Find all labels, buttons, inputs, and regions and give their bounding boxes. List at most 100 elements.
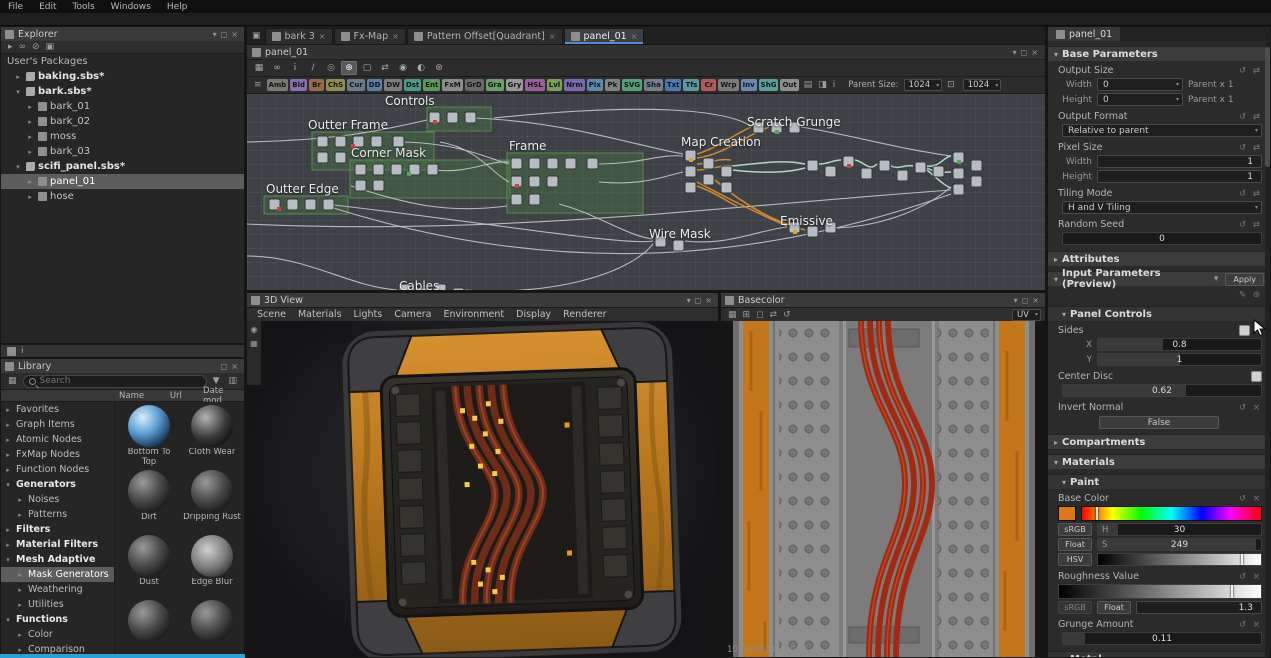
parent-size-height-combo[interactable]: 1024	[963, 79, 1002, 91]
tree-item-bark-03[interactable]: ▸bark_03	[1, 144, 244, 159]
graph-group-wire-mask[interactable]: Wire Mask	[649, 227, 711, 241]
menu-help[interactable]: Help	[159, 2, 196, 12]
graph-canvas[interactable]: ControlsOutter FrameCorner MaskFrameScra…	[247, 94, 1045, 290]
section-base-parameters[interactable]: ▾Base Parameters	[1048, 46, 1270, 61]
close-tab-icon[interactable]: ×	[631, 32, 638, 41]
graph-tab-fx-map[interactable]: Fx-Map×	[334, 28, 406, 44]
hue-slider[interactable]: H30	[1097, 523, 1262, 536]
param-row-icons[interactable]: ↺ ⇄	[1239, 112, 1262, 122]
divider-icon[interactable]: /	[305, 61, 321, 75]
play-icon[interactable]: ▸	[5, 42, 16, 52]
panel-menu-icon[interactable]: ▾	[211, 30, 219, 39]
pan-icon[interactable]: ⊕	[341, 61, 357, 75]
filter-chip-lvl[interactable]: Lvl	[547, 79, 562, 91]
filter-chip-txt[interactable]: Txt	[665, 79, 682, 91]
library-cat-patterns[interactable]: ▸Patterns	[1, 507, 114, 522]
sides-y-slider[interactable]: 1	[1097, 353, 1262, 366]
section-panel-controls[interactable]: ▾Panel Controls	[1048, 306, 1270, 321]
filter-chip-br[interactable]: Br	[309, 79, 324, 91]
channel-icon[interactable]: ⇄	[767, 310, 781, 320]
tree-item-scifi-panel-sbs[interactable]: ▾scifi_panel.sbs*	[1, 159, 244, 174]
menu-edit[interactable]: Edit	[31, 2, 64, 12]
library-cat-filters[interactable]: ▸Filters	[1, 522, 114, 537]
section-paint[interactable]: ▾Paint	[1048, 474, 1270, 489]
pixel-height-field[interactable]: 1	[1097, 170, 1262, 183]
graph-group-map-creation[interactable]: Map Creation	[681, 135, 761, 149]
grid-toggle-icon[interactable]: ▦	[725, 310, 740, 320]
menu3d-scene[interactable]: Scene	[251, 309, 292, 320]
library-item[interactable]	[120, 600, 178, 657]
expand-arrow-icon[interactable]: ▸	[3, 526, 13, 534]
camera-preset-icon[interactable]: ◉	[251, 325, 258, 334]
filter-chip-inv[interactable]: Inv	[741, 79, 757, 91]
filter-chip-bld[interactable]: Bld	[290, 79, 307, 91]
graph-tab-bark-3[interactable]: bark 3×	[265, 28, 333, 44]
output-width-combo[interactable]: 0	[1097, 78, 1183, 91]
expand-arrow-icon[interactable]: ▸	[25, 178, 35, 186]
close-panel-icon[interactable]: ×	[229, 362, 240, 371]
expand-arrow-icon[interactable]: ▸	[13, 73, 23, 81]
marquee-icon[interactable]: ▢	[359, 61, 375, 75]
properties-scrollbar[interactable]	[1265, 42, 1270, 657]
close-tab-icon[interactable]: ×	[392, 32, 399, 41]
float-panel-icon[interactable]: ◻	[1020, 296, 1031, 305]
hue-bar[interactable]	[1081, 506, 1262, 521]
graph-group-cables[interactable]: Cables	[399, 279, 439, 290]
param-row-icons[interactable]: ↺ ⇄	[1239, 143, 1262, 153]
expand-arrow-icon[interactable]: ▸	[15, 646, 25, 654]
menu3d-materials[interactable]: Materials	[292, 309, 348, 320]
filter-chip-hsl[interactable]: HSL	[525, 79, 544, 91]
graph-settings-icon[interactable]: ⊛	[431, 61, 447, 75]
menu3d-lights[interactable]: Lights	[348, 309, 389, 320]
focus-icon[interactable]: ◉	[395, 61, 411, 75]
frame-icon[interactable]: ◨	[815, 80, 830, 90]
output-format-combo[interactable]: Relative to parent	[1062, 124, 1262, 137]
library-cat-fxmap-nodes[interactable]: ▸FxMap Nodes	[1, 447, 114, 462]
view2d-viewport[interactable]: 1024x1024 - RGBA	[721, 321, 1045, 657]
new-tab-icon[interactable]: ▣	[249, 31, 264, 41]
filter-chip-pix[interactable]: Pix	[587, 79, 603, 91]
filter-chip-cr[interactable]: Cr	[701, 79, 716, 91]
param-row-icons[interactable]: ↺ ⇄	[1239, 66, 1262, 76]
apply-button[interactable]: Apply	[1225, 273, 1264, 286]
float-button[interactable]: Float	[1058, 538, 1092, 551]
library-item-dust[interactable]: Dust	[120, 535, 178, 597]
graph-group-outter-frame[interactable]: Outter Frame	[308, 118, 388, 132]
expand-arrow-icon[interactable]: ▸	[3, 436, 13, 444]
menu3d-camera[interactable]: Camera	[388, 309, 437, 320]
library-cat-noises[interactable]: ▸Noises	[1, 492, 114, 507]
wireframe-icon[interactable]: ▦	[250, 339, 258, 348]
roughness-gradient[interactable]	[1058, 584, 1262, 599]
expand-arrow-icon[interactable]: ▸	[25, 103, 35, 111]
library-search-input[interactable]	[40, 376, 201, 386]
float-button[interactable]: Float	[1097, 601, 1131, 614]
expand-arrow-icon[interactable]: ▸	[15, 511, 25, 519]
unlink-icon[interactable]: ⊘	[29, 42, 43, 52]
expand-arrow-icon[interactable]: ▸	[15, 586, 25, 594]
param-row-icons[interactable]: ↺ ×	[1239, 403, 1262, 413]
section-input-parameters[interactable]: ▾ Input Parameters (Preview) ▾ Apply	[1048, 271, 1270, 286]
pin-info-icon[interactable]: i	[830, 80, 839, 90]
library-cat-mesh-adaptive[interactable]: ▾Mesh Adaptive	[1, 552, 114, 567]
pixel-width-field[interactable]: 1	[1097, 155, 1262, 168]
expand-arrow-icon[interactable]: ▸	[25, 118, 35, 126]
snap-grid-icon[interactable]: ▦	[251, 61, 267, 75]
param-row-icons[interactable]: ↺ ×	[1239, 572, 1262, 582]
comment-icon[interactable]: ▤	[801, 80, 816, 90]
filter-chip-svg[interactable]: SVG	[622, 79, 642, 91]
filter-chip-shg[interactable]: ShG	[759, 79, 779, 91]
preset-icons[interactable]: ✎ ⊛	[1239, 290, 1262, 300]
filter-chip-gry[interactable]: Gry	[506, 79, 524, 91]
expand-arrow-icon[interactable]: ▸	[3, 406, 13, 414]
output-height-combo[interactable]: 0	[1097, 93, 1183, 106]
filter-chip-pk[interactable]: Pk	[605, 79, 620, 91]
library-item-cloth-wear[interactable]: Cloth Wear	[183, 405, 241, 467]
expand-arrow-icon[interactable]: ▾	[13, 163, 23, 171]
graph-group-outter-edge[interactable]: Outter Edge	[266, 182, 339, 196]
expand-arrow-icon[interactable]: ▸	[3, 451, 13, 459]
uv-combo[interactable]: UV	[1012, 309, 1041, 321]
filter-list-icon[interactable]: ≡	[251, 80, 265, 90]
close-tab-icon[interactable]: ×	[549, 32, 556, 41]
expand-arrow-icon[interactable]: ▸	[3, 421, 13, 429]
close-panel-icon[interactable]: ×	[1030, 296, 1041, 305]
